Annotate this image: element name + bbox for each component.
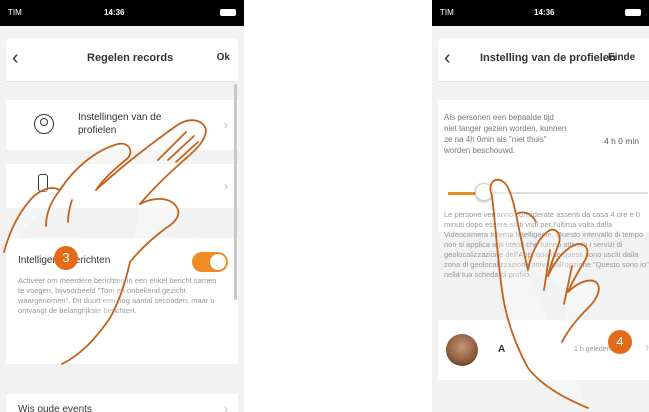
carrier-label: TIM xyxy=(440,8,454,17)
step-badge: 3 xyxy=(54,246,78,270)
profile-last-seen: 1 h geleden xyxy=(574,346,611,353)
profile-avatar xyxy=(446,334,478,366)
battery-icon xyxy=(220,9,236,16)
profile-name: A xyxy=(498,344,506,355)
page-title: Instelling van de profielen xyxy=(480,52,616,64)
phone-screen-right: TIM 14:36 ‹ Instelling van de profielen … xyxy=(432,0,649,412)
chevron-right-icon: › xyxy=(224,118,228,132)
profile-settings-content: Als personen een bepaalde tijd niet lang… xyxy=(438,82,649,412)
status-bar: TIM 14:36 xyxy=(432,0,649,26)
intelligent-notifications-toggle[interactable] xyxy=(192,252,228,272)
carrier-label: TIM xyxy=(8,8,22,17)
absence-time-value: 4 h 0 min xyxy=(604,136,639,146)
profiles-settings-row[interactable]: Instellingen van de profielen › xyxy=(6,100,238,150)
profiles-settings-label: Instellingen van de profielen xyxy=(78,112,162,136)
chevron-right-icon: › xyxy=(224,402,228,412)
done-button[interactable]: Einde xyxy=(608,52,635,63)
absence-description: Als personen een bepaalde tijd niet lang… xyxy=(444,113,567,155)
profile-icon xyxy=(34,114,54,134)
battery-icon xyxy=(625,9,641,16)
page-title: Regelen records xyxy=(87,52,174,64)
intelligent-notifications-description: Activeer om meerdere berichten in een en… xyxy=(18,276,217,315)
phone-screen-left: TIM 14:36 ‹ Regelen records Ok Instellin… xyxy=(0,0,244,412)
back-chevron-icon[interactable]: ‹ xyxy=(12,48,19,68)
ok-button[interactable]: Ok xyxy=(217,52,230,63)
scrollbar[interactable] xyxy=(234,84,237,300)
navigation-bar: ‹ Instelling van de profielen Einde xyxy=(438,38,649,82)
step-badge: 4 xyxy=(608,330,632,354)
status-bar: TIM 14:36 xyxy=(0,0,244,26)
intelligent-notifications-label: Intelligente berichten xyxy=(18,255,111,266)
camera-settings-row[interactable]: › xyxy=(6,164,238,208)
absence-slider-thumb[interactable] xyxy=(475,183,493,201)
chevron-right-icon: › xyxy=(645,340,649,354)
chevron-right-icon: › xyxy=(224,179,228,193)
intelligent-notifications-row: Intelligente berichten Activeer om meerd… xyxy=(6,238,238,364)
delete-old-events-row[interactable]: Wis oude events › xyxy=(6,394,238,412)
back-chevron-icon[interactable]: ‹ xyxy=(444,48,451,68)
navigation-bar: ‹ Regelen records Ok xyxy=(6,38,238,82)
camera-icon xyxy=(38,174,48,192)
settings-list: Instellingen van de profielen › › Intell… xyxy=(6,82,238,412)
absence-info-text: Le persone verranno considerate assenti … xyxy=(444,210,649,279)
clock: 14:36 xyxy=(104,8,125,17)
delete-old-events-label: Wis oude events xyxy=(18,404,92,412)
clock: 14:36 xyxy=(534,8,555,17)
